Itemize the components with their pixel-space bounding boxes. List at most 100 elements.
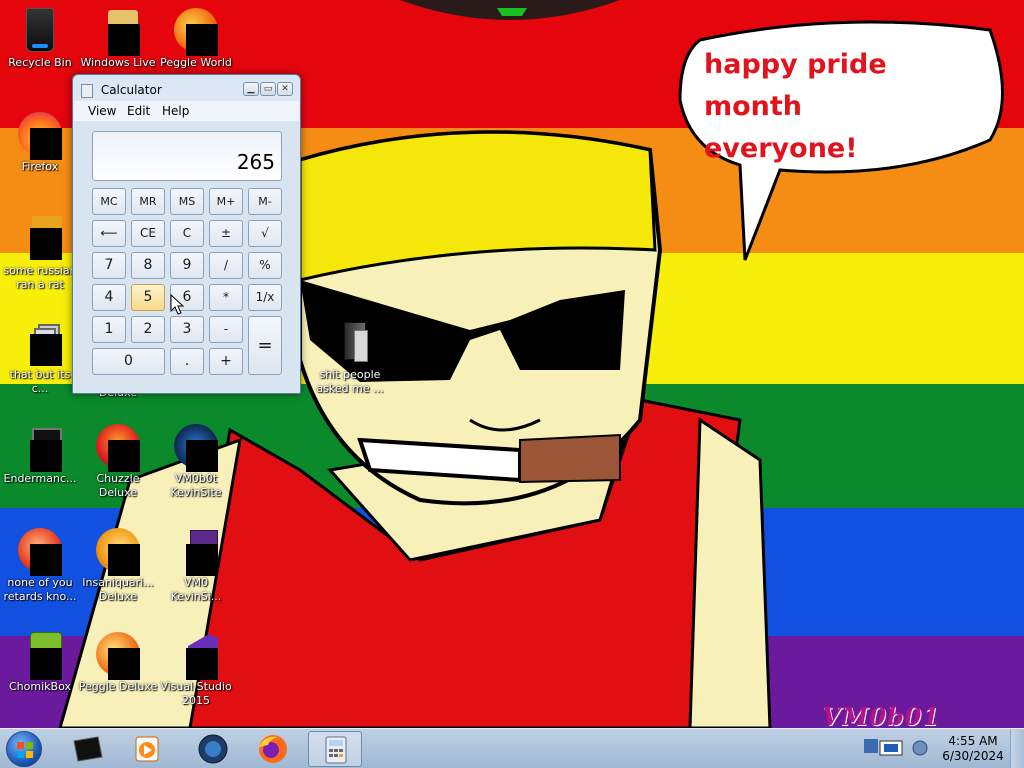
backspace-button[interactable]: ⟵ <box>92 220 126 247</box>
desktop-icon-peggle-world[interactable]: Peggle World <box>156 6 236 70</box>
add-button[interactable]: + <box>209 348 243 375</box>
desktop-icon-label: Chuzzle Deluxe <box>96 472 140 499</box>
desktop-icon-label: VM0 KevinSi... <box>170 576 222 603</box>
desktop-icon-insaniquarium-deluxe[interactable]: Insaniquari... Deluxe <box>78 526 158 604</box>
digit-7-button[interactable]: 7 <box>92 252 126 279</box>
calculator-icon <box>81 83 93 98</box>
globe-icon <box>198 734 228 764</box>
firefox-icon <box>16 110 64 160</box>
desktop-icon-label: Windows Live <box>80 56 156 69</box>
subtract-button[interactable]: - <box>209 316 243 343</box>
desktop-icon-label: that but its c... <box>9 368 71 395</box>
taskbar-explorer-button[interactable] <box>60 731 114 767</box>
desktop-icon-firefox[interactable]: Firefox <box>0 110 80 174</box>
sqrt-button[interactable]: √ <box>248 220 282 247</box>
speech-bubble-line: everyone! <box>704 133 858 164</box>
clock-time: 4:55 AM <box>948 734 998 748</box>
desktop-icon-label: ChomikBox <box>9 680 71 693</box>
start-button[interactable] <box>6 731 42 767</box>
menu-view[interactable]: View <box>88 104 116 118</box>
folder-icon <box>326 318 374 366</box>
calculator-title-bar[interactable]: Calculator <box>81 83 162 98</box>
peggle-deluxe-icon <box>94 630 142 680</box>
desktop-icon-vm0-kevinsite[interactable]: VM0 KevinSi... <box>156 526 236 604</box>
visual-studio-icon <box>172 630 220 680</box>
speech-bubble-text: happy pride month everyone! <box>704 44 984 170</box>
ce-button[interactable]: CE <box>131 220 165 247</box>
speech-bubble-line: happy pride month <box>704 49 887 122</box>
desktop-icon-that-but-its[interactable]: that but its c... <box>0 318 80 396</box>
media-player-icon <box>135 736 159 762</box>
decimal-button[interactable]: . <box>170 348 204 375</box>
taskbar-globe-app-button[interactable] <box>186 731 240 767</box>
window-app-icon <box>16 422 64 472</box>
wallpaper-right-arm <box>688 417 772 728</box>
digit-4-button[interactable]: 4 <box>92 284 126 311</box>
calculator-icon <box>325 736 347 764</box>
digit-0-button[interactable]: 0 <box>92 348 165 375</box>
desktop-icon-vm0b0t-kevinsite[interactable]: VM0b0t KevinSite <box>156 422 236 500</box>
desktop-icon-label: Firefox <box>21 160 59 173</box>
calculator-title: Calculator <box>100 83 162 97</box>
reciprocal-button[interactable]: 1/x <box>248 284 282 311</box>
plus-minus-button[interactable]: ± <box>209 220 243 247</box>
close-button[interactable]: ✕ <box>277 82 293 96</box>
digit-2-button[interactable]: 2 <box>131 316 165 343</box>
desktop-icon-label: Peggle World <box>160 56 232 69</box>
desktop-icon-endermanch[interactable]: Endermanc... <box>0 422 80 486</box>
volume-icon <box>912 740 928 756</box>
taskbar-firefox-button[interactable] <box>246 731 300 767</box>
globe-app-icon <box>172 422 220 472</box>
taskbar-clock[interactable]: 4:55 AM 6/30/2024 <box>940 734 1006 764</box>
percent-button[interactable]: % <box>248 252 282 279</box>
desktop-icon-windows-live[interactable]: Windows Live <box>78 6 158 70</box>
menu-edit[interactable]: Edit <box>127 104 150 118</box>
desktop-icon-chomikbox[interactable]: ChomikBox <box>0 630 80 694</box>
chomikbox-icon <box>16 630 64 680</box>
black-box-app-icon <box>73 736 103 762</box>
digit-5-button[interactable]: 5 <box>131 284 165 311</box>
clear-button[interactable]: C <box>170 220 204 247</box>
taskbar-calculator-button[interactable] <box>308 731 362 767</box>
desktop-icon-none-of-you[interactable]: none of you retards kno... <box>0 526 80 604</box>
chuzzle-icon <box>94 422 142 472</box>
ms-button[interactable]: MS <box>170 188 204 215</box>
desktop-icon-label: Insaniquari... Deluxe <box>82 576 154 603</box>
desktop-icon-label: none of you retards kno... <box>3 576 77 603</box>
peggle-world-icon <box>172 6 220 56</box>
mc-button[interactable]: MC <box>92 188 126 215</box>
desktop-icon-label: VM0b0t KevinSite <box>170 472 222 499</box>
m-plus-button[interactable]: M+ <box>209 188 243 215</box>
maximize-button[interactable]: ▭ <box>260 82 276 96</box>
minimize-button[interactable]: ▁ <box>243 82 259 96</box>
wallpaper-green-light <box>497 8 527 16</box>
equals-button[interactable]: = <box>248 316 282 375</box>
digit-1-button[interactable]: 1 <box>92 316 126 343</box>
divide-button[interactable]: / <box>209 252 243 279</box>
desktop-icon-shit-people-asked[interactable]: shit people asked me ... <box>310 318 390 396</box>
fish-icon <box>94 526 142 576</box>
wallpaper-cigar <box>519 433 621 484</box>
digit-8-button[interactable]: 8 <box>131 252 165 279</box>
desktop-icon-peggle-deluxe[interactable]: Peggle Deluxe <box>78 630 158 694</box>
multiply-button[interactable]: * <box>209 284 243 311</box>
desktop-icon-recycle-bin[interactable]: Recycle Bin <box>0 6 80 70</box>
mr-button[interactable]: MR <box>131 188 165 215</box>
stacked-windows-icon <box>16 318 64 366</box>
calculator-display: 265 <box>92 131 282 181</box>
digit-9-button[interactable]: 9 <box>170 252 204 279</box>
desktop-icon-visual-studio[interactable]: Visual Studio 2015 <box>156 630 236 708</box>
show-desktop-button[interactable] <box>1010 729 1024 768</box>
desktop-icon-russian-rat[interactable]: e some russian ran a rat <box>0 214 80 292</box>
menu-help[interactable]: Help <box>162 104 189 118</box>
recycle-bin-icon <box>16 6 64 54</box>
digit-3-button[interactable]: 3 <box>170 316 204 343</box>
taskbar-media-player-button[interactable] <box>120 731 174 767</box>
calculator-window[interactable]: Calculator ▁ ▭ ✕ View Edit Help 265 MC M… <box>72 74 301 394</box>
m-minus-button[interactable]: M- <box>248 188 282 215</box>
desktop-icon-chuzzle-deluxe[interactable]: Chuzzle Deluxe <box>78 422 158 500</box>
desktop-icon-label: Recycle Bin <box>8 56 72 69</box>
desktop-icon-label: Endermanc... <box>3 472 77 485</box>
mouse-cursor-icon <box>170 294 184 315</box>
desktop-icon-label: Visual Studio 2015 <box>160 680 232 707</box>
